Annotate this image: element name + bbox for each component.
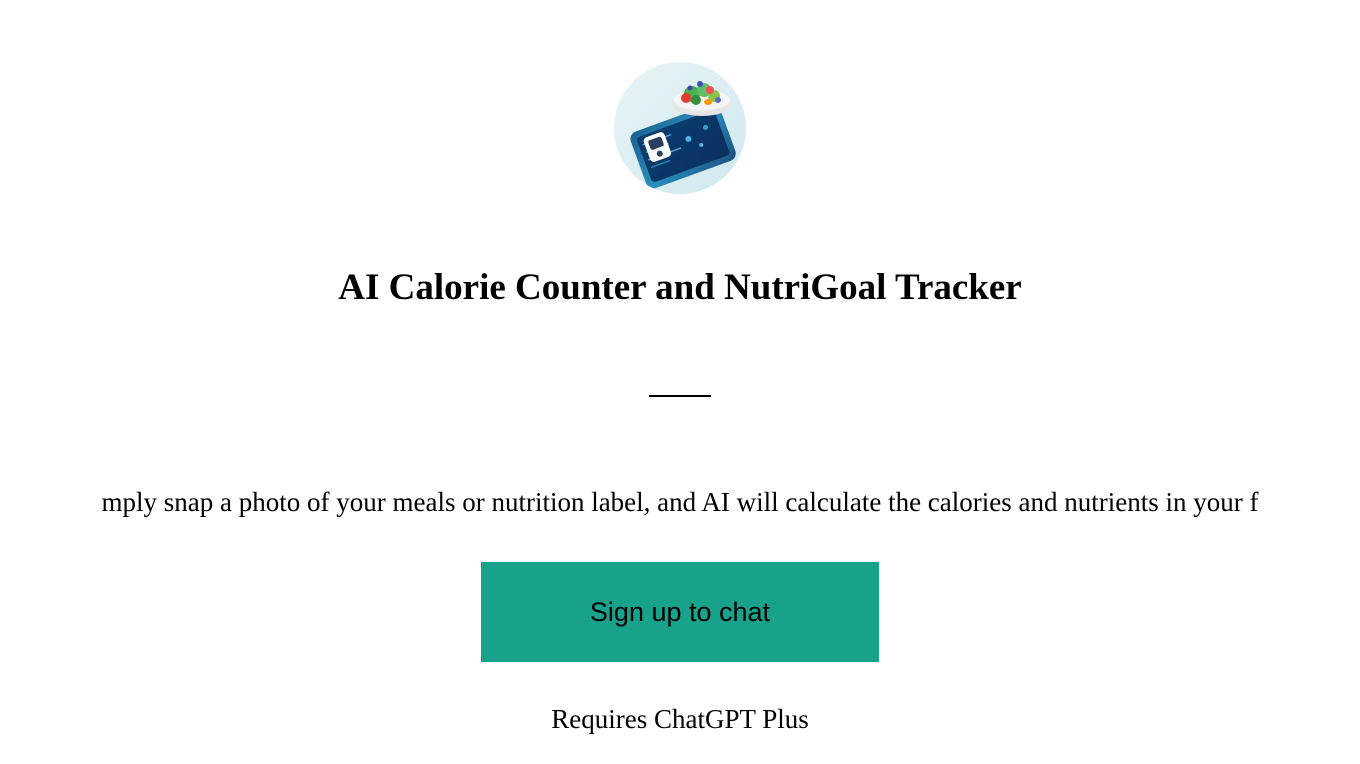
description-text: mply snap a photo of your meals or nutri…	[102, 487, 1259, 518]
app-icon	[614, 62, 746, 194]
page-title: AI Calorie Counter and NutriGoal Tracker	[338, 266, 1021, 309]
sign-up-button[interactable]: Sign up to chat	[481, 562, 879, 662]
divider	[649, 395, 711, 397]
nutrition-app-icon	[614, 62, 746, 194]
requires-text: Requires ChatGPT Plus	[551, 704, 809, 735]
